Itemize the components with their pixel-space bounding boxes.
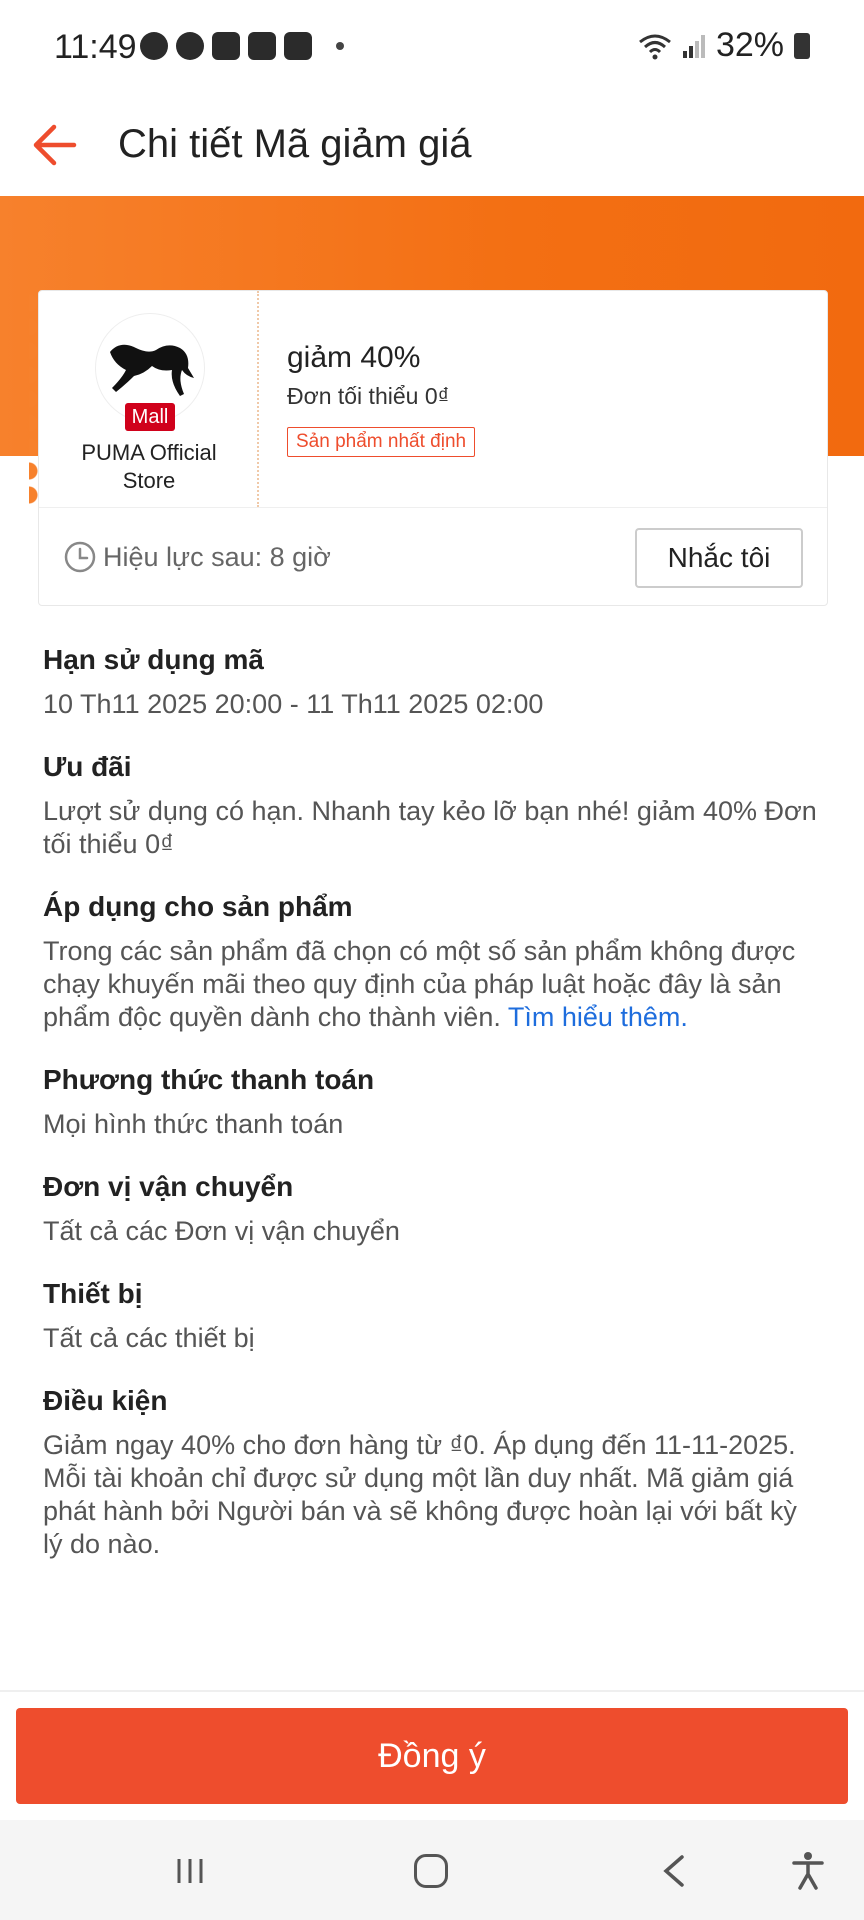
messenger-icon — [176, 32, 204, 60]
voucher-scope-tag: Sản phẩm nhất định — [287, 427, 476, 457]
back-icon[interactable] — [660, 1854, 688, 1888]
mall-badge: Mall — [125, 403, 175, 431]
voucher-card: Mall PUMA Official Store giảm 40% Đơn tố… — [29, 290, 828, 606]
products-title: Áp dụng cho sản phẩm — [43, 891, 353, 922]
voucher-details: Hạn sử dụng mã 10 Th11 2025 20:00 - 11 T… — [43, 640, 823, 1561]
payment-title: Phương thức thanh toán — [43, 1064, 375, 1095]
shopee-icon — [212, 32, 240, 60]
signal-icon — [682, 34, 705, 58]
voucher-min-order: Đơn tối thiểu 0₫ — [287, 383, 450, 409]
device-body: Tất cả các thiết bị — [43, 1323, 255, 1353]
home-icon[interactable] — [414, 1854, 448, 1888]
page-title: Chi tiết Mã giảm giá — [118, 122, 472, 166]
remind-me-button[interactable]: Nhắc tôi — [635, 528, 803, 588]
status-time: 11:49 — [54, 28, 137, 66]
shipping-body: Tất cả các Đơn vị vận chuyển — [43, 1216, 400, 1246]
agree-button[interactable]: Đồng ý — [16, 1708, 848, 1804]
offer-title: Ưu đãi — [43, 751, 132, 782]
conditions-body: Giảm ngay 40% cho đơn hàng từ ₫0. Áp dụn… — [43, 1430, 797, 1559]
device-title: Thiết bị — [43, 1278, 143, 1309]
status-right: 32% — [638, 26, 810, 65]
notification-icons — [140, 32, 344, 60]
expiry-title: Hạn sử dụng mã — [43, 644, 264, 675]
recent-apps-icon[interactable] — [175, 1856, 205, 1886]
validity-text: Hiệu lực sau: 8 giờ — [103, 542, 331, 572]
h-app-icon — [248, 32, 276, 60]
accessibility-icon[interactable] — [790, 1850, 826, 1890]
more-notifications-dot-icon — [336, 42, 344, 50]
offer-body: Lượt sử dụng có hạn. Nhanh tay kẻo lỡ bạ… — [43, 796, 817, 859]
conditions-title: Điều kiện — [43, 1385, 168, 1416]
arrow-left-icon[interactable] — [28, 114, 90, 176]
learn-more-link[interactable]: Tìm hiểu thêm. — [508, 1002, 688, 1032]
app-header: Chi tiết Mã giảm giá — [0, 96, 864, 196]
wifi-icon — [639, 34, 671, 59]
voucher-info: giảm 40% Đơn tối thiểu 0₫ Sản phẩm nhất … — [287, 291, 807, 507]
battery-percent: 32% — [715, 26, 784, 64]
voucher-validity-row: Hiệu lực sau: 8 giờ Nhắc tôi — [39, 507, 827, 605]
footer-divider — [0, 1690, 864, 1692]
status-bar: 11:49 32% — [0, 0, 864, 96]
clock-icon — [64, 541, 96, 573]
products-body: Trong các sản phẩm đã chọn có một số sản… — [43, 935, 823, 1034]
messenger-icon — [140, 32, 168, 60]
payment-body: Mọi hình thức thanh toán — [43, 1109, 344, 1139]
shipping-title: Đơn vị vận chuyển — [43, 1171, 294, 1202]
h-app-icon — [284, 32, 312, 60]
store-name: PUMA Official Store — [81, 440, 217, 493]
system-nav-bar — [0, 1820, 864, 1920]
voucher-brand-panel: Mall PUMA Official Store — [29, 291, 259, 507]
expiry-body: 10 Th11 2025 20:00 - 11 Th11 2025 02:00 — [43, 689, 544, 719]
battery-icon — [794, 32, 810, 59]
voucher-discount: giảm 40% — [287, 341, 421, 374]
